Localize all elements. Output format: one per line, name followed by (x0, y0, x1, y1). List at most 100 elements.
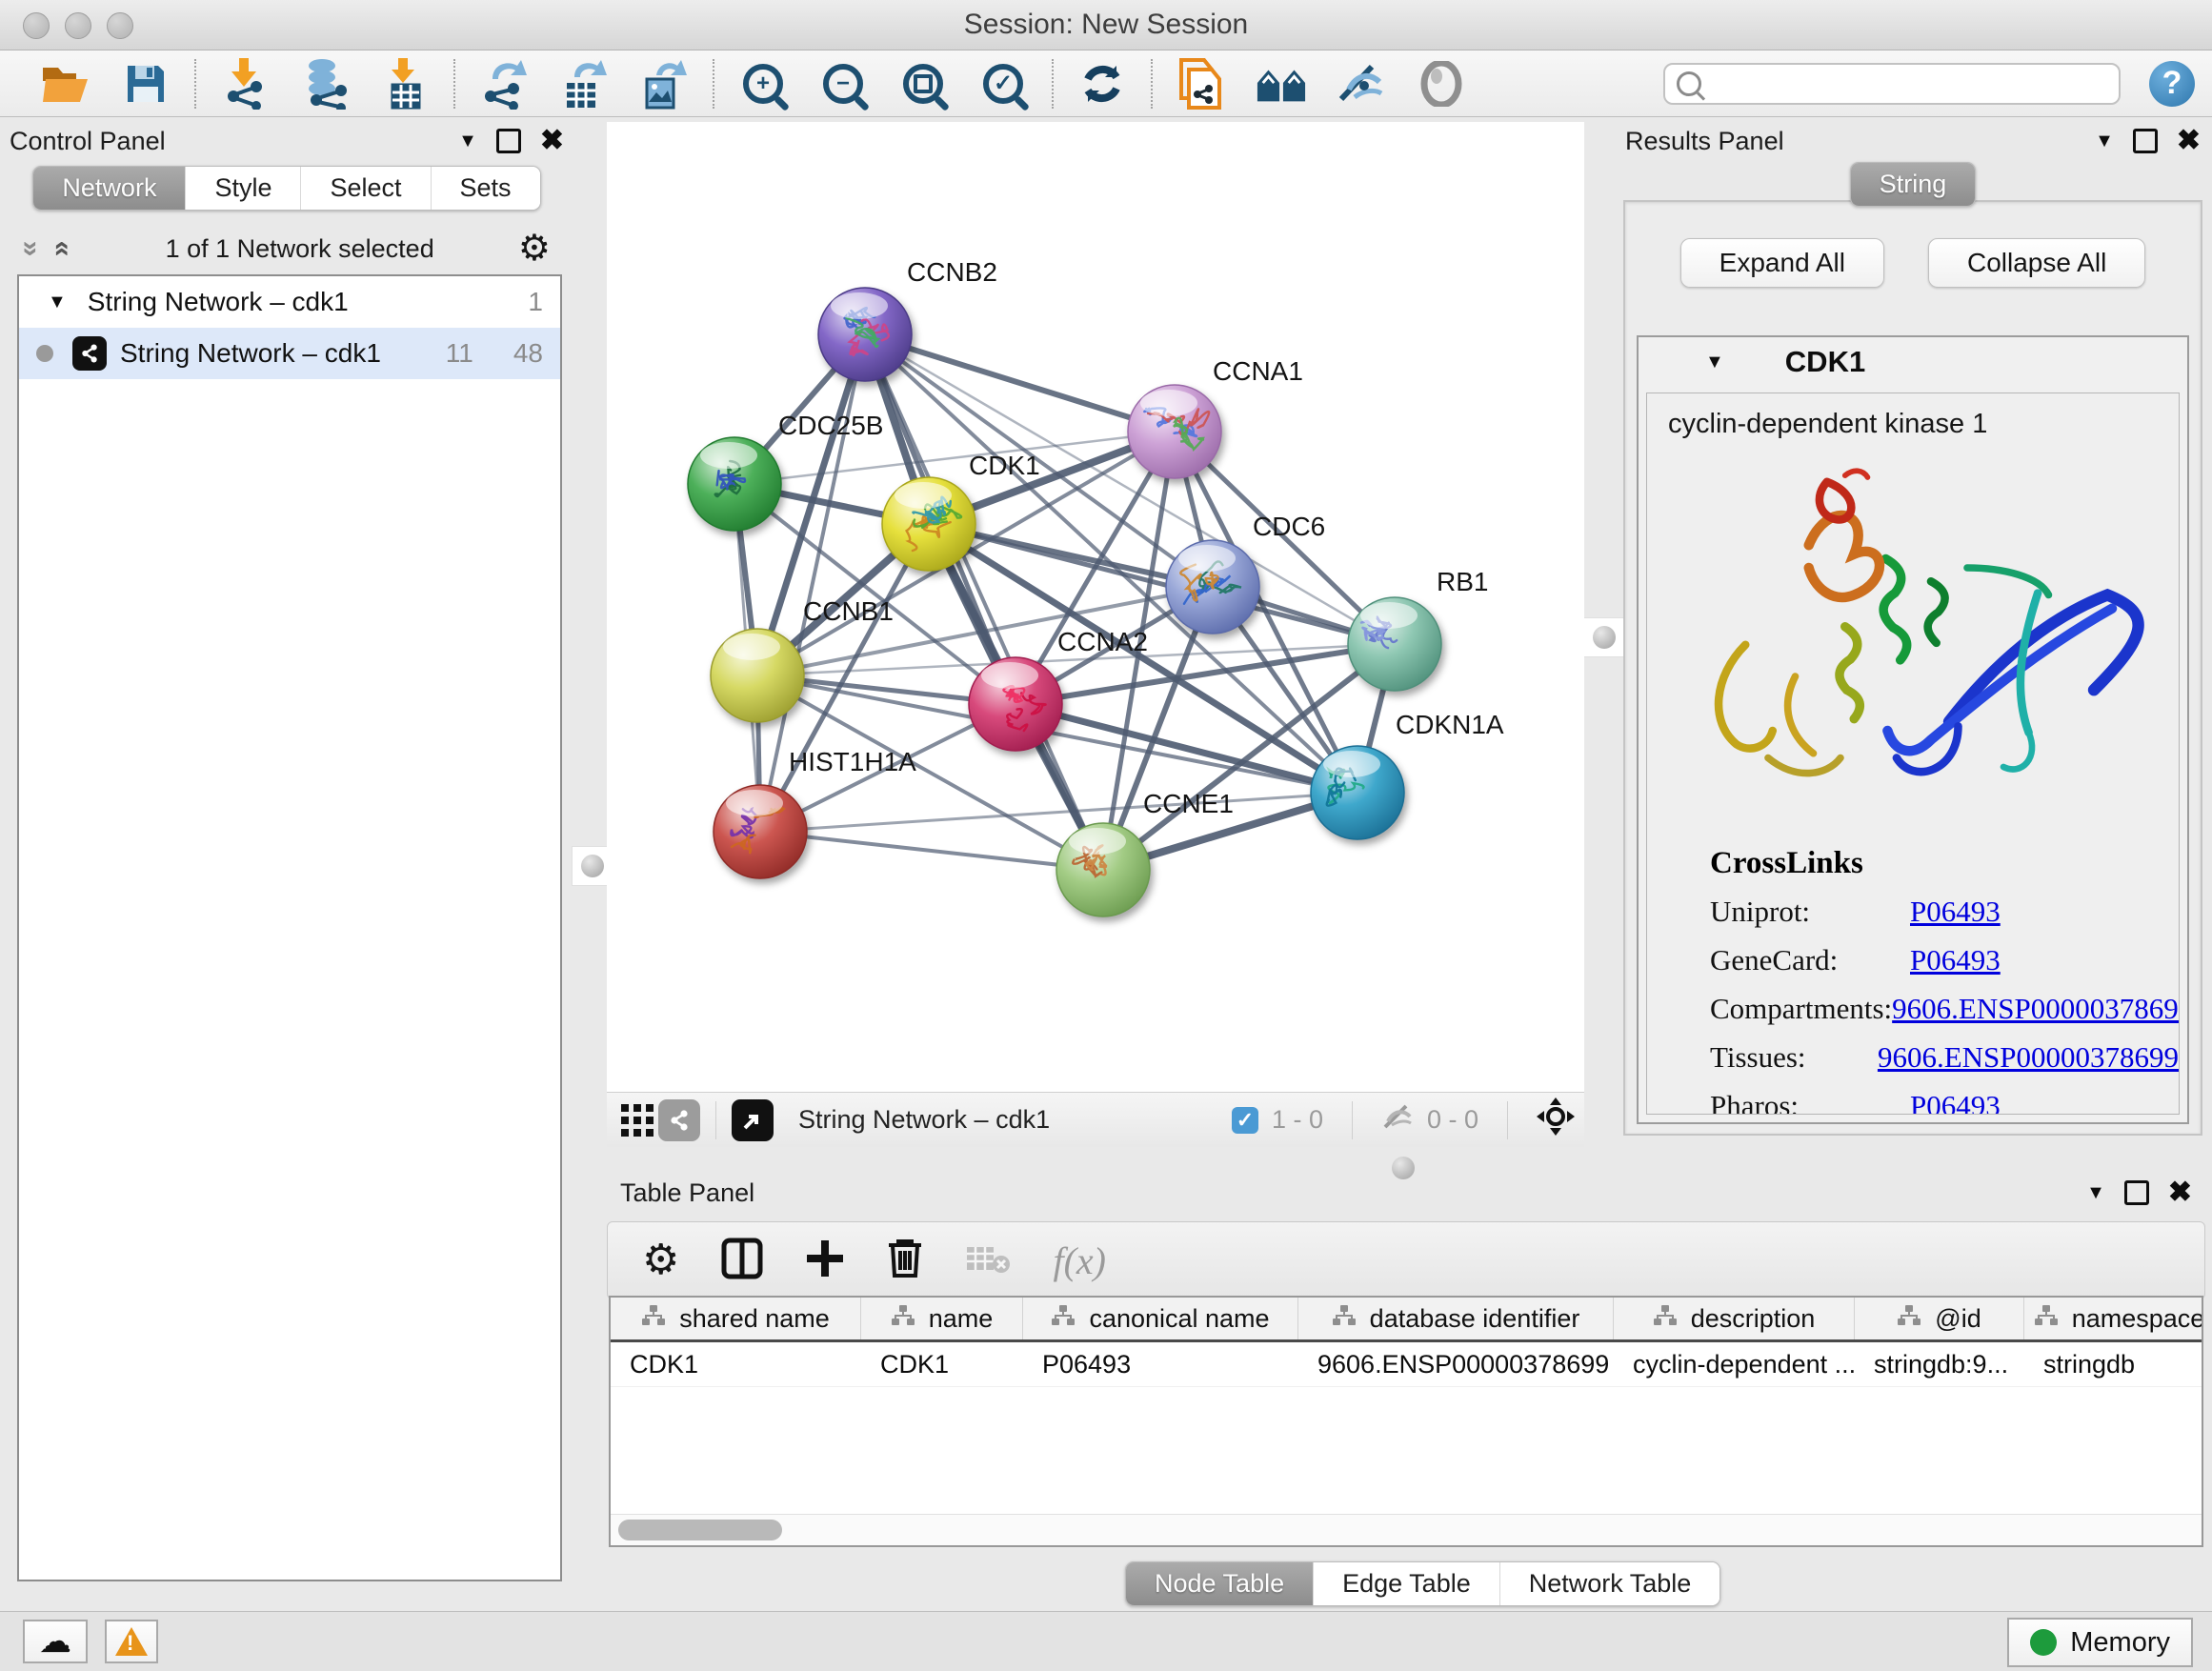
collection-label: String Network – cdk1 (88, 287, 349, 317)
network-canvas[interactable]: CCNB2CCNA1CDC25BCDK1CDC6RB1CCNB1CCNA2CDK… (607, 122, 1584, 1092)
search-box[interactable] (1663, 63, 2121, 105)
export-network-icon[interactable] (478, 58, 530, 110)
tab-string[interactable]: String (1851, 163, 1976, 206)
divider (715, 1101, 716, 1139)
column-header--id[interactable]: @id (1855, 1298, 2024, 1339)
table-horizontal-scrollbar[interactable] (611, 1514, 2202, 1545)
crosslink-link[interactable]: P06493 (1910, 1089, 2001, 1115)
column-sort-icon (1051, 1304, 1076, 1334)
search-input[interactable] (1713, 68, 2107, 99)
view-grid-icon[interactable] (616, 1095, 658, 1146)
first-neighbors-icon[interactable] (1256, 58, 1307, 110)
tab-sets[interactable]: Sets (431, 167, 540, 210)
export-table-icon[interactable] (558, 58, 610, 110)
table-panel-menu-icon[interactable]: ▼ (2086, 1182, 2105, 1204)
results-panel-float-icon[interactable] (2133, 129, 2158, 153)
control-panel-menu-icon[interactable]: ▼ (458, 131, 477, 152)
view-share-icon[interactable] (658, 1099, 700, 1141)
network-node-RB1[interactable]: RB1 (1348, 567, 1488, 691)
column-header-canonical-name[interactable]: canonical name (1023, 1298, 1298, 1339)
refresh-icon[interactable] (1076, 58, 1128, 110)
expand-all-networks-icon[interactable]: » (16, 241, 45, 257)
import-network-database-icon[interactable] (299, 58, 351, 110)
table-row[interactable]: CDK1CDK1P064939606.ENSP00000378699cyclin… (611, 1342, 2202, 1387)
window-title: Session: New Session (0, 9, 2212, 41)
results-panel-menu-icon[interactable]: ▼ (2095, 131, 2114, 152)
column-header-database-identifier[interactable]: database identifier (1298, 1298, 1614, 1339)
tab-select[interactable]: Select (300, 167, 430, 210)
table-options-gear-icon[interactable]: ⚙ (642, 1239, 679, 1281)
expand-all-button[interactable]: Expand All (1680, 238, 1884, 288)
network-node-CCNB1[interactable]: CCNB1 (711, 596, 894, 722)
crosslink-link[interactable]: P06493 (1910, 895, 2001, 929)
network-label: String Network – cdk1 (120, 338, 381, 369)
node-table[interactable]: shared namenamecanonical namedatabase id… (609, 1296, 2203, 1547)
network-node-CCNB2[interactable]: CCNB2 (818, 257, 997, 381)
import-network-icon[interactable] (219, 58, 271, 110)
warning-icon (115, 1627, 148, 1656)
column-header-shared-name[interactable]: shared name (611, 1298, 861, 1339)
help-icon[interactable]: ? (2149, 61, 2195, 107)
column-header-description[interactable]: description (1614, 1298, 1855, 1339)
column-header-name[interactable]: name (861, 1298, 1023, 1339)
tab-node-table[interactable]: Node Table (1126, 1562, 1313, 1605)
scrollbar-thumb[interactable] (618, 1520, 782, 1540)
tab-style[interactable]: Style (185, 167, 300, 210)
open-session-icon[interactable] (40, 58, 91, 110)
network-row[interactable]: String Network – cdk1 11 48 (19, 328, 560, 379)
network-collection-row[interactable]: ▼ String Network – cdk1 1 (19, 276, 560, 328)
table-panel-close-icon[interactable]: ✖ (2168, 1178, 2192, 1207)
node-label-CCNE1: CCNE1 (1143, 789, 1234, 818)
memory-button[interactable]: Memory (2007, 1618, 2193, 1667)
clone-network-icon[interactable] (1176, 58, 1227, 110)
column-sort-icon (2034, 1304, 2059, 1334)
warnings-button[interactable] (105, 1620, 158, 1663)
cloud-status-button[interactable]: ☁ (23, 1620, 88, 1663)
control-panel-close-icon[interactable]: ✖ (540, 127, 564, 155)
selected-counts: 1 - 0 (1272, 1105, 1323, 1135)
show-all-icon[interactable] (1416, 58, 1467, 110)
collapse-all-networks-icon[interactable]: » (46, 241, 74, 257)
column-header-namespace[interactable]: namespace (2024, 1298, 2203, 1339)
crosslink-link[interactable]: 9606.ENSP00000378699 (1892, 992, 2180, 1026)
divider (1352, 1101, 1353, 1139)
zoom-out-icon[interactable]: − (817, 58, 869, 110)
table-cell: cyclin-dependent ... (1614, 1342, 1855, 1386)
network-node-CCNE1[interactable]: CCNE1 (1056, 789, 1234, 916)
network-node-CDKN1A[interactable]: CDKN1A (1311, 710, 1504, 839)
control-panel-float-icon[interactable] (496, 129, 521, 153)
collection-expand-icon[interactable]: ▼ (48, 292, 67, 313)
zoom-selected-icon[interactable]: ✓ (977, 58, 1029, 110)
open-view-in-window-icon[interactable] (732, 1099, 774, 1141)
network-node-HIST1H1A[interactable]: HIST1H1A (714, 747, 916, 878)
export-image-icon[interactable] (638, 58, 690, 110)
save-session-icon[interactable] (120, 58, 171, 110)
column-sort-icon (1653, 1304, 1678, 1334)
delete-table-icon (965, 1241, 1011, 1280)
zoom-in-icon[interactable]: + (737, 58, 789, 110)
column-sort-icon (1897, 1304, 1921, 1334)
show-columns-icon[interactable] (721, 1238, 763, 1284)
create-column-icon[interactable] (805, 1238, 845, 1283)
collapse-all-button[interactable]: Collapse All (1928, 238, 2145, 288)
zoom-fit-icon[interactable] (897, 58, 949, 110)
main-toolbar: + − ✓ ? (0, 50, 2212, 117)
import-table-icon[interactable] (379, 58, 431, 110)
crosslink-link[interactable]: 9606.ENSP00000378699 (1878, 1040, 2179, 1075)
table-panel-float-icon[interactable] (2124, 1180, 2149, 1205)
tab-network[interactable]: Network (33, 167, 185, 210)
tab-edge-table[interactable]: Edge Table (1313, 1562, 1499, 1605)
network-options-gear-icon[interactable]: ⚙ (518, 231, 551, 267)
protein-collapse-icon[interactable]: ▼ (1705, 352, 1724, 373)
selected-nodes-checkbox[interactable]: ✓ (1232, 1107, 1258, 1134)
network-node-CDK1[interactable]: CDK1 (882, 451, 1040, 571)
tab-network-table[interactable]: Network Table (1499, 1562, 1720, 1605)
delete-column-icon[interactable] (887, 1238, 923, 1284)
hide-selected-icon[interactable] (1336, 58, 1387, 110)
crosslink-link[interactable]: P06493 (1910, 943, 2001, 977)
string-results-container: Expand All Collapse All ▼ CDK1 cyclin-de… (1623, 200, 2202, 1136)
network-node-CCNA1[interactable]: CCNA1 (1128, 356, 1303, 478)
results-panel-close-icon[interactable]: ✖ (2177, 127, 2201, 155)
collection-count: 1 (528, 287, 543, 317)
birds-eye-icon[interactable] (1537, 1097, 1575, 1142)
